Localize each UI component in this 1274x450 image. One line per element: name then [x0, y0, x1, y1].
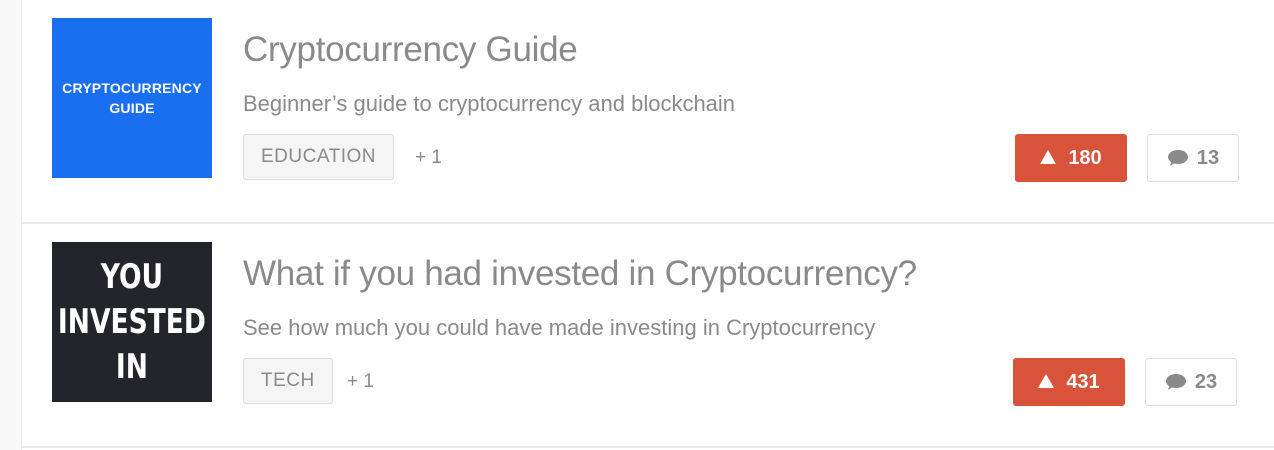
post-tagline: Beginner’s guide to cryptocurrency and b… [243, 91, 736, 116]
upvote-button[interactable]: 431 [1013, 358, 1125, 406]
upvote-triangle-icon [1038, 374, 1055, 388]
comments-button[interactable]: 13 [1147, 134, 1239, 182]
post-item[interactable]: CRYPTOCURRENCY GUIDE Cryptocurrency Guid… [22, 0, 1274, 224]
comment-count: 23 [1194, 370, 1218, 393]
upvote-button[interactable]: 180 [1015, 134, 1127, 182]
post-title[interactable]: Cryptocurrency Guide [243, 30, 578, 70]
topic-tag-label: TECH [261, 370, 315, 391]
upvote-count: 431 [1066, 370, 1100, 393]
comment-bubble-icon [1165, 374, 1186, 390]
upvote-triangle-icon [1040, 150, 1057, 164]
upvote-count: 180 [1068, 146, 1102, 169]
thumbnail-text: CRYPTOCURRENCY GUIDE [62, 80, 202, 116]
post-list: CRYPTOCURRENCY GUIDE Cryptocurrency Guid… [21, 0, 1274, 450]
more-topics-count[interactable]: + 1 [415, 147, 442, 169]
post-thumbnail[interactable]: YOU INVESTED IN [52, 242, 212, 402]
post-item[interactable]: YOU INVESTED IN What if you had invested… [22, 224, 1274, 448]
comment-count: 13 [1196, 146, 1220, 169]
comments-button[interactable]: 23 [1145, 358, 1237, 406]
more-topics-count[interactable]: + 1 [347, 371, 374, 393]
post-title[interactable]: What if you had invested in Cryptocurren… [243, 254, 917, 294]
thumbnail-text: YOU INVESTED IN [57, 256, 207, 387]
topic-tag[interactable]: TECH [243, 358, 333, 404]
post-tagline: See how much you could have made investi… [243, 315, 876, 340]
post-thumbnail[interactable]: CRYPTOCURRENCY GUIDE [52, 18, 212, 178]
topic-tag-label: EDUCATION [261, 146, 376, 167]
comment-bubble-icon [1167, 150, 1188, 166]
page: CRYPTOCURRENCY GUIDE Cryptocurrency Guid… [0, 0, 1274, 450]
topic-tag[interactable]: EDUCATION [243, 134, 394, 180]
